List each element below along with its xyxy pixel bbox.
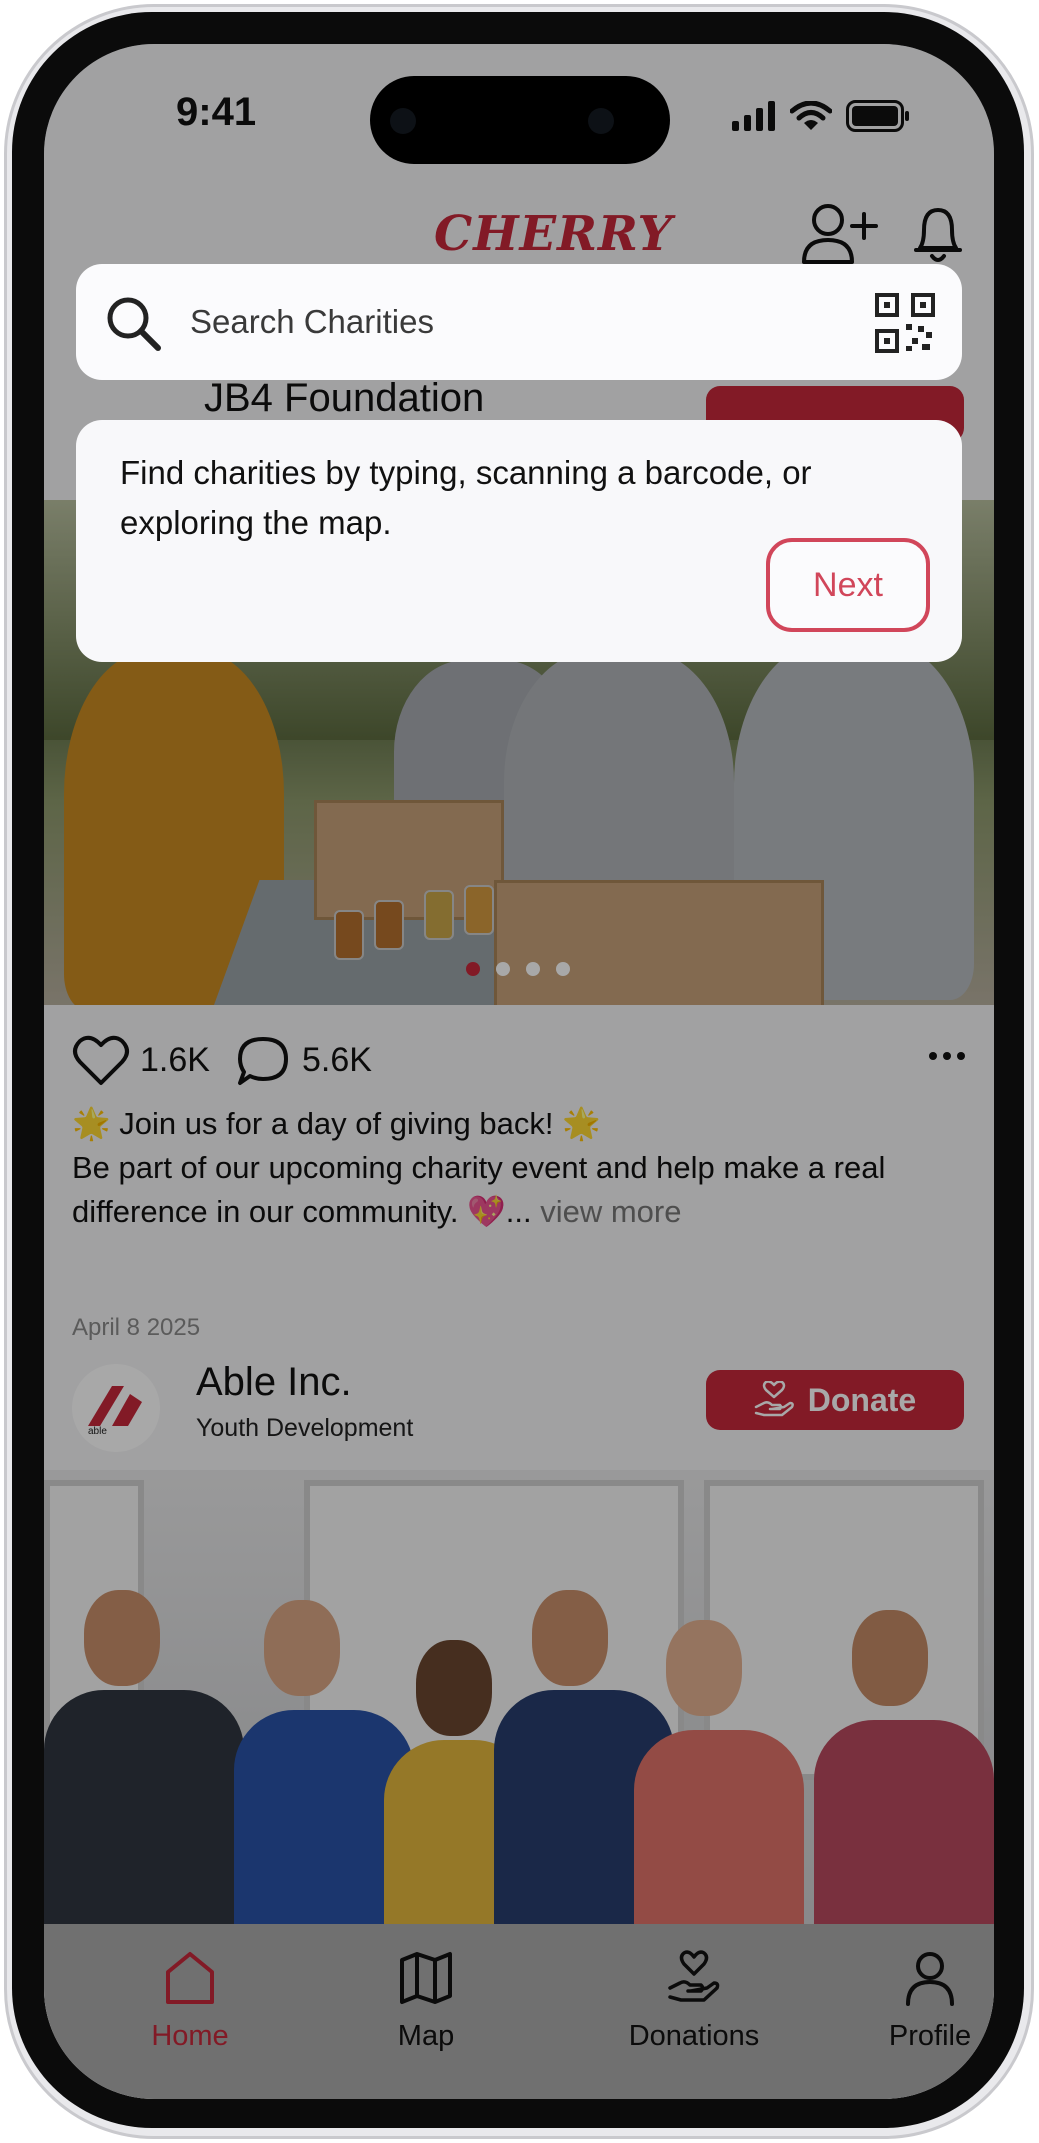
org-name[interactable]: JB4 Foundation bbox=[204, 376, 484, 421]
sensor-icon bbox=[588, 108, 614, 134]
bell-icon[interactable] bbox=[910, 202, 966, 266]
map-icon bbox=[400, 1952, 452, 2004]
tab-label: Profile bbox=[888, 2020, 972, 2052]
donate-button[interactable]: Donate bbox=[706, 1370, 964, 1430]
search-icon bbox=[107, 297, 161, 351]
donation-hand-icon bbox=[754, 1381, 794, 1417]
camera-icon bbox=[390, 108, 416, 134]
home-icon bbox=[166, 1952, 214, 2004]
tab-label: Map bbox=[397, 2020, 455, 2052]
cardboard-box bbox=[494, 880, 824, 1005]
carousel-dot[interactable] bbox=[466, 962, 480, 976]
add-friend-icon[interactable] bbox=[800, 202, 880, 266]
tab-label: Donations bbox=[628, 2020, 760, 2052]
donate-label: Donate bbox=[807, 1381, 917, 1418]
person-head bbox=[416, 1640, 492, 1736]
jar bbox=[464, 885, 494, 935]
jar bbox=[374, 900, 404, 950]
post-date: April 8 2025 bbox=[72, 1314, 201, 1341]
like-count: 1.6K bbox=[140, 1041, 210, 1079]
comment-icon[interactable] bbox=[236, 1035, 290, 1087]
carousel-dot[interactable] bbox=[496, 962, 510, 976]
org-name[interactable]: Able Inc. bbox=[196, 1360, 352, 1405]
view-more-link[interactable]: view more bbox=[540, 1194, 681, 1229]
tab-bar: Home Map Donations Profile bbox=[44, 1924, 994, 2099]
person-head bbox=[532, 1590, 608, 1686]
caption-line: 🌟 Join us for a day of giving back! 🌟 bbox=[72, 1106, 601, 1141]
search-bar[interactable] bbox=[76, 264, 962, 380]
post-actions: 1.6K 5.6K bbox=[44, 1005, 994, 1105]
user-icon bbox=[906, 1952, 954, 2006]
able-logo-icon: able bbox=[88, 1386, 142, 1437]
org-category: Youth Development bbox=[196, 1414, 414, 1442]
donation-hand-icon bbox=[668, 1950, 720, 2002]
person-head bbox=[666, 1620, 742, 1716]
wifi-icon bbox=[790, 101, 832, 130]
qr-code-icon[interactable] bbox=[874, 292, 936, 354]
carousel-dot[interactable] bbox=[526, 962, 540, 976]
app-screen: 9:41 CHERRY JB4 Foundation 1.6K 5.6K 🌟 J… bbox=[44, 44, 994, 2099]
carousel-dot[interactable] bbox=[556, 962, 570, 976]
person-head bbox=[852, 1610, 928, 1706]
search-input[interactable] bbox=[190, 294, 830, 350]
status-time: 9:41 bbox=[176, 90, 257, 134]
signal-icon bbox=[732, 101, 775, 131]
person-head bbox=[264, 1600, 340, 1696]
post-image[interactable] bbox=[44, 1470, 994, 1965]
tab-home[interactable]: Home bbox=[100, 1942, 280, 2062]
tab-donations[interactable]: Donations bbox=[604, 1942, 784, 2062]
tooltip-text: Find charities by typing, scanning a bar… bbox=[120, 454, 812, 541]
jar bbox=[334, 910, 364, 960]
org-avatar[interactable]: able bbox=[72, 1364, 160, 1452]
comment-count: 5.6K bbox=[302, 1041, 372, 1079]
tab-profile[interactable]: Profile bbox=[840, 1942, 994, 2062]
person-head bbox=[84, 1590, 160, 1686]
carousel-dots[interactable] bbox=[466, 962, 570, 976]
tab-label: Home bbox=[151, 2020, 229, 2052]
dynamic-island bbox=[370, 76, 670, 164]
post-header: able Able Inc. Youth Development Donate bbox=[44, 1360, 994, 1470]
battery-icon bbox=[846, 100, 909, 132]
cherry-logo: CHERRY bbox=[434, 206, 673, 262]
status-icons bbox=[732, 100, 910, 132]
tab-map[interactable]: Map bbox=[336, 1942, 516, 2062]
onboarding-tooltip: Find charities by typing, scanning a bar… bbox=[76, 420, 962, 662]
post-caption: 🌟 Join us for a day of giving back! 🌟 Be… bbox=[72, 1102, 962, 1234]
next-button[interactable]: Next bbox=[766, 538, 930, 632]
heart-icon[interactable] bbox=[72, 1035, 130, 1087]
jar bbox=[424, 890, 454, 940]
status-bar: 9:41 bbox=[44, 44, 994, 184]
caption-line: Be part of our upcoming charity event an… bbox=[72, 1150, 886, 1229]
more-options-icon[interactable] bbox=[928, 1051, 966, 1061]
able-logo-text: able bbox=[88, 1426, 107, 1437]
